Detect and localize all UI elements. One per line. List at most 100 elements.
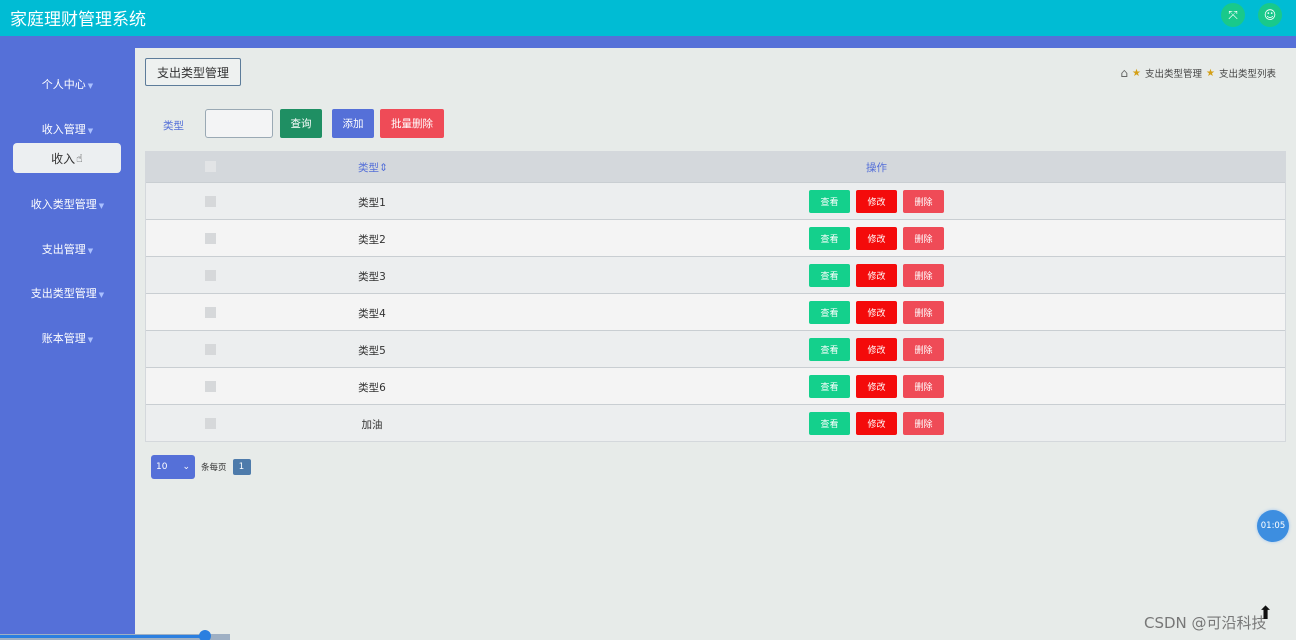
chevron-down-icon: ▼ xyxy=(87,127,94,135)
sidebar: 个人中心 ▼ 收入管理 ▼ 收入 ☝ 收入类型管理 ▼ 支出管理 ▼ 支出类型管理 ▼ 账本… xyxy=(0,48,135,640)
expand-icon[interactable]: ⤧ xyxy=(1221,3,1245,27)
delete-button[interactable]: 删除 xyxy=(903,190,944,213)
page-tab[interactable]: 支出类型管理 xyxy=(145,58,241,86)
header-strip xyxy=(0,36,1296,48)
sidebar-item-expense-management[interactable]: 支出管理 ▼ xyxy=(0,241,135,257)
view-button[interactable]: 查看 xyxy=(809,338,850,361)
sidebar-item-label: 收入管理 xyxy=(41,123,86,136)
type-cell: 类型6 xyxy=(358,382,386,394)
expense-type-table: 类型⇕ 操作 类型1 查看 修改 删除 类型2 查看 修改 删除 类型3 查看 修改 删除 类型4 查看修… xyxy=(145,151,1286,442)
user-icon[interactable]: ☺ xyxy=(1258,3,1282,27)
row-actions: 查看 修改 删除 xyxy=(809,375,944,398)
type-search-input[interactable] xyxy=(205,109,273,138)
row-actions: 查看 修改 删除 xyxy=(809,227,944,250)
row-actions: 查看 修改 删除 xyxy=(809,301,944,324)
hand-cursor-icon: ☝ xyxy=(76,151,83,165)
view-button[interactable]: 查看 xyxy=(809,412,850,435)
view-button[interactable]: 查看 xyxy=(809,190,850,213)
timer-badge: 01:05 xyxy=(1257,510,1289,542)
select-all-checkbox[interactable] xyxy=(205,161,216,172)
column-header-type[interactable]: 类型⇕ xyxy=(358,160,388,175)
chevron-down-icon: ▼ xyxy=(87,247,94,255)
delete-button[interactable]: 删除 xyxy=(903,301,944,324)
edit-button[interactable]: 修改 xyxy=(856,227,897,250)
top-bar: 家庭理财管理系统 ⤧ ☺ xyxy=(0,0,1296,36)
sidebar-item-label: 个人中心 xyxy=(41,78,86,91)
table-row: 类型4 查看 修改 删除 xyxy=(146,293,1285,330)
home-icon[interactable]: ⌂ xyxy=(1120,66,1128,80)
type-cell: 类型5 xyxy=(358,345,386,357)
table-body: 类型1 查看 修改 删除 类型2 查看 修改 删除 类型3 查看 修改 删除 类型4 查看 修改 删除 类型5 查… xyxy=(146,182,1285,441)
video-progress-fill xyxy=(0,635,205,638)
video-progress-knob[interactable] xyxy=(198,630,211,640)
edit-button[interactable]: 修改 xyxy=(856,264,897,287)
sidebar-item-label: 收入类型管理 xyxy=(30,198,97,211)
table-row: 类型5 查看 修改 删除 xyxy=(146,330,1285,367)
add-button[interactable]: 添加 xyxy=(332,109,374,138)
view-button[interactable]: 查看 xyxy=(809,301,850,324)
sidebar-subitem-label: 收入 xyxy=(51,151,76,166)
pagination: 10 ⌄ 条每页 1 xyxy=(151,455,251,479)
view-button[interactable]: 查看 xyxy=(809,264,850,287)
chevron-down-icon: ⌄ xyxy=(182,462,190,472)
page-size-select[interactable]: 10 ⌄ xyxy=(151,455,195,479)
type-cell: 类型2 xyxy=(358,234,386,246)
sidebar-item-income-type-management[interactable]: 收入类型管理 ▼ xyxy=(0,196,135,212)
app-title: 家庭理财管理系统 xyxy=(10,10,146,30)
sidebar-item-expense-type-management[interactable]: 支出类型管理 ▼ xyxy=(0,285,135,301)
row-actions: 查看 修改 删除 xyxy=(809,190,944,213)
table-row: 类型1 查看 修改 删除 xyxy=(146,182,1285,219)
table-row: 类型6 查看 修改 删除 xyxy=(146,367,1285,404)
sidebar-item-label: 支出类型管理 xyxy=(30,287,97,300)
page-number-button[interactable]: 1 xyxy=(232,459,251,475)
edit-button[interactable]: 修改 xyxy=(856,338,897,361)
star-icon: ★ xyxy=(1206,67,1215,79)
chevron-down-icon: ▼ xyxy=(98,202,105,210)
breadcrumb-item[interactable]: 支出类型管理 xyxy=(1145,66,1202,80)
edit-button[interactable]: 修改 xyxy=(856,412,897,435)
delete-button[interactable]: 删除 xyxy=(903,412,944,435)
delete-button[interactable]: 删除 xyxy=(903,338,944,361)
sidebar-item-ledger-management[interactable]: 账本管理 ▼ xyxy=(0,330,135,346)
sidebar-item-personal-center[interactable]: 个人中心 ▼ xyxy=(0,76,135,92)
row-actions: 查看 修改 删除 xyxy=(809,264,944,287)
scroll-top-icon[interactable]: ⬆ xyxy=(1258,603,1273,624)
sidebar-item-label: 支出管理 xyxy=(41,243,86,256)
delete-button[interactable]: 删除 xyxy=(903,264,944,287)
page-size-value: 10 xyxy=(156,462,168,472)
table-header: 类型⇕ 操作 xyxy=(146,152,1285,182)
table-row: 加油 查看 修改 删除 xyxy=(146,404,1285,441)
breadcrumb: ⌂ ★ 支出类型管理 ★ 支出类型列表 xyxy=(1120,66,1276,80)
edit-button[interactable]: 修改 xyxy=(856,301,897,324)
type-search-label: 类型 xyxy=(163,120,184,132)
sort-icon[interactable]: ⇕ xyxy=(379,162,388,174)
breadcrumb-item: 支出类型列表 xyxy=(1218,69,1276,80)
sidebar-item-label: 账本管理 xyxy=(41,332,86,345)
table-row: 类型2 查看 修改 删除 xyxy=(146,219,1285,256)
per-page-label: 条每页 xyxy=(201,463,227,473)
row-actions: 查看 修改 删除 xyxy=(809,412,944,435)
column-header-actions: 操作 xyxy=(866,162,887,174)
edit-button[interactable]: 修改 xyxy=(856,375,897,398)
type-cell: 加油 xyxy=(361,419,383,431)
chevron-down-icon: ▼ xyxy=(87,336,94,344)
type-cell: 类型4 xyxy=(358,308,386,320)
query-button[interactable]: 查询 xyxy=(280,109,322,138)
watermark: CSDN @可沿科技 xyxy=(1144,614,1267,632)
edit-button[interactable]: 修改 xyxy=(856,190,897,213)
view-button[interactable]: 查看 xyxy=(809,375,850,398)
table-row: 类型3 查看 修改 删除 xyxy=(146,256,1285,293)
delete-button[interactable]: 删除 xyxy=(903,375,944,398)
view-button[interactable]: 查看 xyxy=(809,227,850,250)
chevron-down-icon: ▼ xyxy=(98,291,105,299)
bulk-delete-button[interactable]: 批量删除 xyxy=(380,109,444,138)
column-header-label: 类型 xyxy=(358,162,379,174)
delete-button[interactable]: 删除 xyxy=(903,227,944,250)
type-cell: 类型3 xyxy=(358,271,386,283)
type-cell: 类型1 xyxy=(358,197,386,209)
sidebar-item-income-management[interactable]: 收入管理 ▼ xyxy=(0,121,135,137)
star-icon: ★ xyxy=(1132,67,1141,79)
sidebar-subitem-income[interactable]: 收入 ☝ xyxy=(13,143,121,173)
row-actions: 查看 修改 删除 xyxy=(809,338,944,361)
chevron-down-icon: ▼ xyxy=(87,82,94,90)
